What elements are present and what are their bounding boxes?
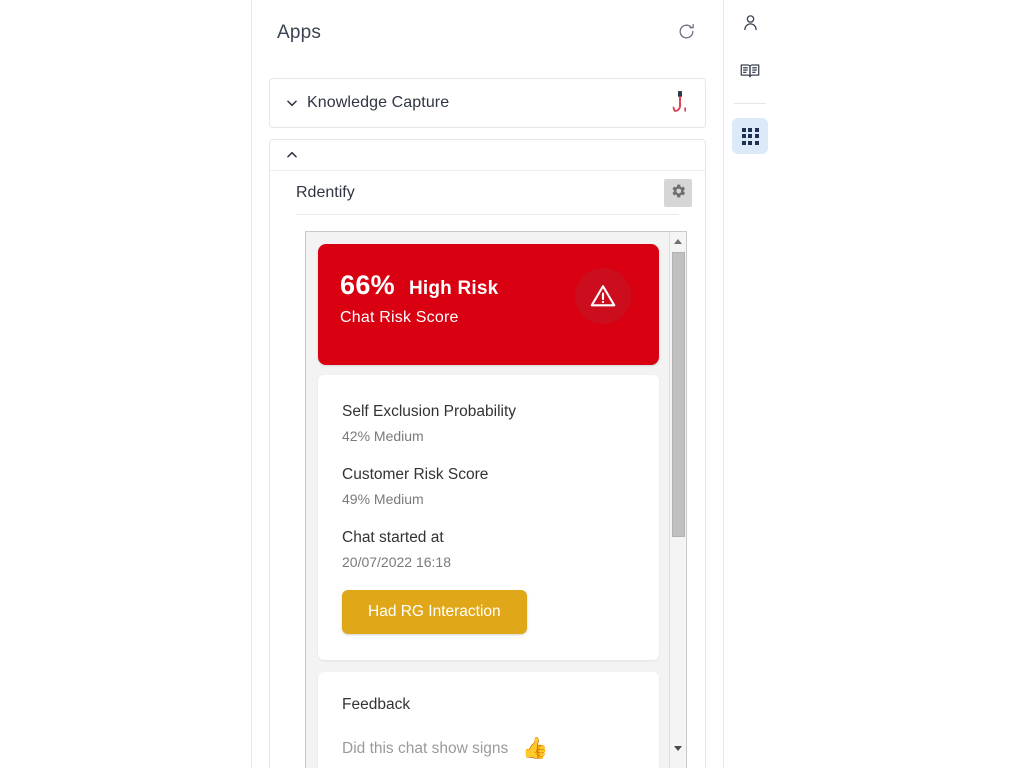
- accordion-header[interactable]: Knowledge Capture: [270, 79, 705, 127]
- rail-item-apps[interactable]: [732, 118, 768, 154]
- gear-icon: [669, 182, 687, 203]
- app-content: 66% High Risk Chat Risk Score Self Exclu…: [306, 232, 669, 768]
- apps-panel: Apps Knowledge Capture Rdentify 66% High…: [251, 0, 724, 768]
- rail-item-knowledge[interactable]: [732, 54, 768, 90]
- apps-grid-icon: [741, 127, 759, 145]
- metric-label: Self Exclusion Probability: [342, 403, 517, 420]
- rail-item-profile[interactable]: [732, 6, 768, 42]
- scroll-down-button[interactable]: [670, 740, 686, 756]
- metric-value: 42% Medium: [342, 428, 424, 444]
- rail-divider: [734, 103, 766, 104]
- refresh-icon: [677, 22, 696, 44]
- fishing-hook-icon: [667, 89, 693, 117]
- metrics-card: Self Exclusion Probability 42% Medium Cu…: [318, 375, 659, 660]
- scrollbar-thumb[interactable]: [672, 252, 685, 537]
- risk-level: High Risk: [408, 278, 499, 299]
- thumbs-up-icon[interactable]: 👍: [522, 738, 548, 759]
- feedback-question-row: Did this chat show signs 👍: [342, 738, 635, 759]
- accordion-knowledge-capture[interactable]: Knowledge Capture: [269, 78, 706, 128]
- scrollbar[interactable]: [669, 232, 686, 768]
- app-header: Rdentify: [270, 170, 705, 214]
- accordion-rdentify: Rdentify 66% High Risk Chat Risk Score S…: [269, 139, 706, 768]
- accordion-collapse-toggle[interactable]: [270, 140, 705, 170]
- app-settings-button[interactable]: [664, 178, 692, 207]
- scroll-up-arrow-icon: [674, 238, 682, 244]
- chat-risk-score-card: 66% High Risk Chat Risk Score: [318, 244, 659, 365]
- divider: [296, 214, 679, 215]
- feedback-card: Feedback Did this chat show signs 👍: [318, 672, 659, 768]
- feedback-title: Feedback: [342, 696, 411, 713]
- refresh-button[interactable]: [669, 16, 703, 50]
- had-rg-interaction-button[interactable]: Had RG Interaction: [342, 590, 527, 634]
- risk-percent: 66%: [340, 270, 395, 300]
- metric-label: Customer Risk Score: [342, 466, 489, 483]
- page-title: Apps: [277, 22, 322, 43]
- user-profile-icon: [740, 12, 761, 36]
- metric-value: 49% Medium: [342, 491, 424, 507]
- app-embedded-frame: 66% High Risk Chat Risk Score Self Exclu…: [305, 231, 687, 768]
- chevron-up-icon: [282, 145, 302, 165]
- chevron-down-icon: [282, 93, 302, 113]
- page-background: [0, 0, 251, 768]
- metric-label: Chat started at: [342, 529, 444, 546]
- app-title: Rdentify: [296, 183, 355, 201]
- metric-value: 20/07/2022 16:18: [342, 554, 451, 570]
- right-icon-rail: [724, 0, 1024, 768]
- scroll-up-button[interactable]: [670, 233, 686, 249]
- screen-root: Apps Knowledge Capture Rdentify 66% High…: [0, 0, 1024, 768]
- accordion-label: Knowledge Capture: [307, 94, 450, 111]
- apps-panel-header: Apps: [252, 0, 723, 66]
- book-knowledge-icon: [739, 60, 761, 85]
- warning-triangle-icon: [575, 268, 631, 324]
- scroll-down-arrow-icon: [674, 745, 682, 751]
- feedback-question: Did this chat show signs: [342, 739, 509, 757]
